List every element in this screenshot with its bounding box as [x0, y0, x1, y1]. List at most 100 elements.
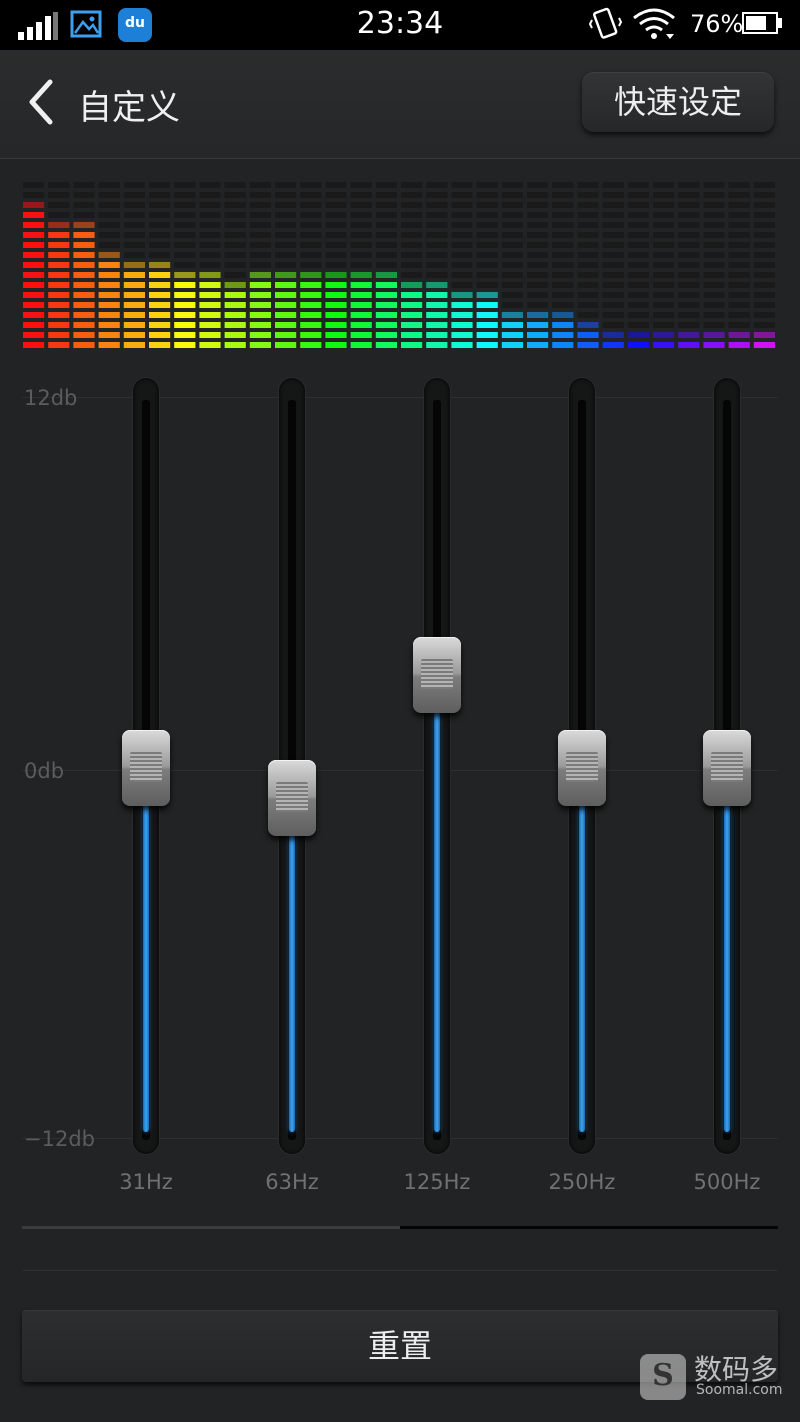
watermark: S 数码多 Soomal.com	[640, 1352, 800, 1402]
spectrum-cell	[577, 222, 599, 228]
spectrum-cell	[174, 222, 196, 228]
spectrum-cell	[451, 272, 473, 278]
spectrum-cell	[300, 232, 322, 238]
spectrum-cell	[501, 302, 523, 308]
spectrum-cell	[401, 252, 423, 258]
spectrum-cell	[678, 232, 700, 238]
spectrum-cell	[48, 212, 70, 218]
spectrum-cell	[653, 342, 675, 348]
eq-slider-knob[interactable]	[558, 729, 606, 806]
spectrum-cell	[678, 262, 700, 268]
spectrum-cell	[48, 292, 70, 298]
spectrum-cell	[602, 342, 624, 348]
spectrum-cell	[350, 202, 372, 208]
spectrum-cell	[552, 252, 574, 258]
spectrum-cell	[426, 312, 448, 318]
spectrum-cell	[401, 342, 423, 348]
spectrum-cell	[653, 322, 675, 328]
spectrum-cell	[678, 282, 700, 288]
spectrum-cell	[501, 342, 523, 348]
spectrum-cell	[577, 262, 599, 268]
spectrum-cell	[552, 312, 574, 318]
spectrum-cell	[577, 192, 599, 198]
spectrum-cell	[123, 212, 145, 218]
spectrum-cell	[23, 232, 45, 238]
spectrum-cell	[703, 202, 725, 208]
eq-slider-knob[interactable]	[268, 760, 316, 837]
watermark-site: Soomal.com	[696, 1382, 783, 1398]
spectrum-cell	[275, 312, 297, 318]
eq-slider-track[interactable]	[424, 378, 450, 1154]
spectrum-cell	[577, 282, 599, 288]
spectrum-cell	[577, 302, 599, 308]
spectrum-cell	[678, 292, 700, 298]
spectrum-cell	[123, 292, 145, 298]
spectrum-cell	[527, 282, 549, 288]
knob-grip	[130, 751, 162, 782]
spectrum-cell	[149, 192, 171, 198]
spectrum-cell	[325, 232, 347, 238]
spectrum-cell	[48, 252, 70, 258]
back-arrow-icon[interactable]	[26, 78, 56, 126]
spectrum-cell	[703, 322, 725, 328]
spectrum-cell	[501, 192, 523, 198]
spectrum-cell	[476, 312, 498, 318]
spectrum-cell	[451, 302, 473, 308]
spectrum-cell	[275, 282, 297, 288]
spectrum-cell	[703, 312, 725, 318]
spectrum-cell	[174, 262, 196, 268]
spectrum-cell	[300, 192, 322, 198]
spectrum-cell	[678, 182, 700, 188]
spectrum-cell	[98, 182, 120, 188]
spectrum-cell	[602, 212, 624, 218]
db-label-top: 12db	[24, 386, 78, 410]
spectrum-cell	[224, 322, 246, 328]
spectrum-cell	[426, 242, 448, 248]
spectrum-visualizer	[23, 182, 775, 348]
spectrum-cell	[476, 202, 498, 208]
spectrum-cell	[627, 192, 649, 198]
spectrum-cell	[275, 222, 297, 228]
spectrum-cell	[426, 282, 448, 288]
spectrum-cell	[249, 182, 271, 188]
spectrum-cell	[552, 192, 574, 198]
spectrum-cell	[224, 192, 246, 198]
eq-slider-knob[interactable]	[122, 729, 170, 806]
spectrum-cell	[577, 272, 599, 278]
spectrum-cell	[401, 182, 423, 188]
spectrum-cell	[249, 212, 271, 218]
spectrum-cell	[48, 182, 70, 188]
spectrum-cell	[325, 192, 347, 198]
spectrum-cell	[627, 292, 649, 298]
battery-percent: 76%	[690, 10, 744, 38]
spectrum-cell	[325, 242, 347, 248]
spectrum-cell	[501, 232, 523, 238]
spectrum-cell	[325, 222, 347, 228]
spectrum-cell	[325, 272, 347, 278]
spectrum-cell	[527, 332, 549, 338]
spectrum-cell	[451, 292, 473, 298]
spectrum-cell	[48, 222, 70, 228]
quick-settings-button[interactable]: 快速设定	[582, 72, 774, 132]
spectrum-cell	[476, 212, 498, 218]
spectrum-cell	[602, 192, 624, 198]
spectrum-cell	[501, 312, 523, 318]
spectrum-cell	[753, 222, 775, 228]
spectrum-cell	[174, 182, 196, 188]
eq-slider-knob[interactable]	[703, 729, 751, 806]
spectrum-cell	[501, 222, 523, 228]
spectrum-cell	[149, 312, 171, 318]
spectrum-cell	[728, 262, 750, 268]
spectrum-cell	[23, 342, 45, 348]
spectrum-cell	[73, 312, 95, 318]
eq-band-label: 125Hz	[403, 1170, 471, 1194]
spectrum-cell	[275, 192, 297, 198]
eq-slider-knob[interactable]	[413, 636, 461, 713]
spectrum-cell	[174, 332, 196, 338]
spectrum-cell	[48, 242, 70, 248]
spectrum-cell	[73, 252, 95, 258]
spectrum-cell	[73, 212, 95, 218]
spectrum-cell	[174, 302, 196, 308]
spectrum-cell	[375, 302, 397, 308]
spectrum-cell	[602, 182, 624, 188]
